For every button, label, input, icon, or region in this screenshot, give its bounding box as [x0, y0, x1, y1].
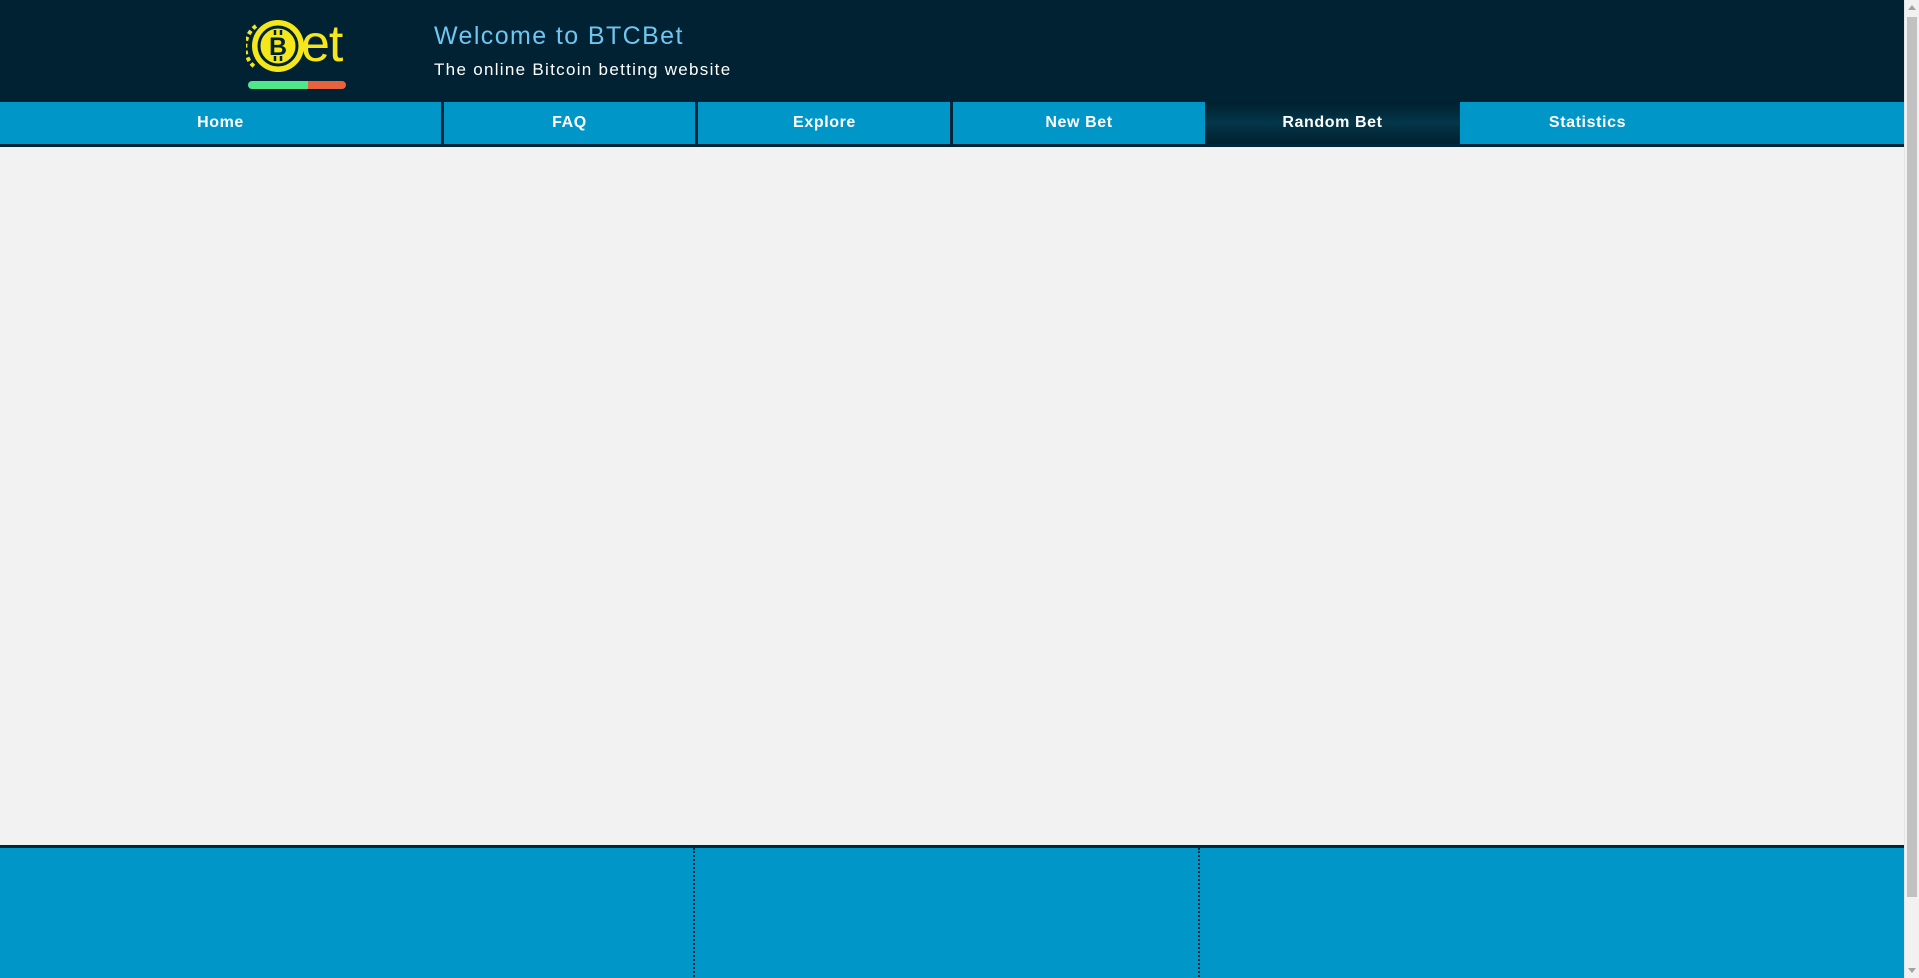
scroll-down-arrow-icon[interactable] [1908, 968, 1916, 973]
site-title: Welcome to BTCBet [434, 22, 684, 50]
site-header: B et Welcome to BTCBet The online Bitcoi… [0, 0, 1904, 102]
scroll-up-arrow-icon[interactable] [1908, 5, 1916, 10]
vertical-scrollbar[interactable] [1904, 0, 1919, 978]
btcbet-logo[interactable]: B et [243, 15, 350, 92]
footer-divider [693, 848, 695, 978]
main-nav: Home FAQ Explore New Bet Random Bet Stat… [0, 102, 1904, 147]
svg-text:B: B [269, 33, 287, 61]
footer-divider [1198, 848, 1200, 978]
main-content [0, 147, 1904, 845]
page: B et Welcome to BTCBet The online Bitcoi… [0, 0, 1904, 978]
nav-item-statistics[interactable]: Statistics [1460, 102, 1715, 144]
nav-item-faq[interactable]: FAQ [444, 102, 695, 144]
nav-item-new-bet[interactable]: New Bet [953, 102, 1205, 144]
nav-item-home[interactable]: Home [0, 102, 441, 144]
nav-item-explore[interactable]: Explore [698, 102, 951, 144]
scrollbar-thumb[interactable] [1907, 17, 1917, 897]
site-subtitle: The online Bitcoin betting website [434, 60, 732, 79]
logo-text: et [301, 15, 343, 73]
site-footer [0, 845, 1904, 978]
nav-item-random-bet[interactable]: Random Bet [1205, 102, 1460, 144]
